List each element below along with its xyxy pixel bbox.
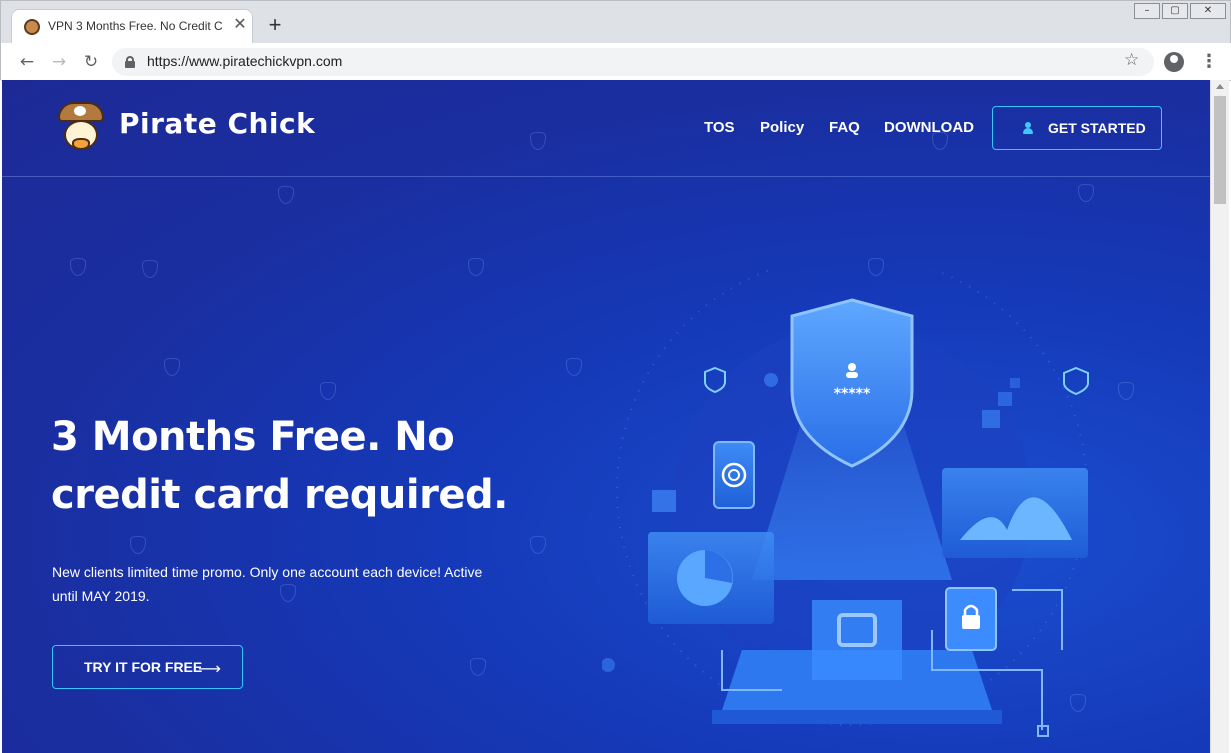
brand-name[interactable]: Pirate Chick — [119, 107, 315, 140]
browser-toolbar: ← → ↻ https://www.piratechickvpn.com ☆ ⋮ — [1, 43, 1231, 81]
bg-shield-icon — [164, 358, 180, 376]
floating-block — [652, 490, 676, 512]
shield-user-icon — [848, 363, 856, 371]
site-header: Pirate Chick TOS Policy FAQ DOWNLOAD GET… — [2, 80, 1210, 177]
maximize-button[interactable]: ▢ — [1162, 3, 1188, 19]
bg-shield-icon — [70, 258, 86, 276]
get-started-button[interactable]: GET STARTED — [992, 106, 1162, 150]
floating-dot — [602, 658, 615, 672]
back-icon[interactable]: ← — [16, 51, 38, 73]
floating-block — [982, 410, 1000, 428]
scroll-up-arrow-icon[interactable] — [1216, 84, 1224, 89]
browser-window-frame: VPN 3 Months Free. No Credit C ✕ + – ▢ ✕… — [0, 0, 1231, 81]
floating-dot — [764, 373, 778, 387]
floating-block — [998, 392, 1012, 406]
bg-shield-icon — [468, 258, 484, 276]
bg-shield-icon — [320, 382, 336, 400]
mini-shield-icon — [1063, 366, 1089, 396]
pirate-chick-logo-icon[interactable] — [52, 102, 110, 158]
try-it-for-free-label: TRY IT FOR FREE — [84, 659, 203, 675]
favicon-icon — [24, 19, 40, 35]
bg-shield-icon — [142, 260, 158, 278]
window-close-button[interactable]: ✕ — [1190, 3, 1226, 19]
url-text[interactable]: https://www.piratechickvpn.com — [147, 53, 342, 69]
browser-tab[interactable]: VPN 3 Months Free. No Credit C ✕ — [11, 9, 253, 43]
reload-icon[interactable]: ↻ — [80, 51, 102, 73]
vertical-scrollbar[interactable] — [1210, 80, 1229, 753]
vpn-security-illustration: ***** — [602, 270, 1089, 737]
base-platform-edge — [712, 710, 1002, 724]
tab-title: VPN 3 Months Free. No Credit C — [48, 19, 223, 33]
user-icon — [1023, 122, 1033, 134]
floating-block — [1010, 378, 1020, 388]
menu-kebab-icon[interactable]: ⋮ — [1200, 51, 1218, 73]
hero-title: 3 Months Free. No credit card required. — [51, 408, 531, 524]
lock-icon[interactable] — [125, 56, 135, 68]
arrow-right-icon: ⟶ — [198, 659, 221, 678]
profile-icon[interactable] — [1164, 52, 1184, 72]
new-tab-button[interactable]: + — [263, 13, 287, 37]
page-viewport: Pirate Chick TOS Policy FAQ DOWNLOAD GET… — [2, 80, 1210, 753]
get-started-label: GET STARTED — [1048, 120, 1146, 136]
bg-shield-icon — [566, 358, 582, 376]
forward-icon[interactable]: → — [48, 51, 70, 73]
nav-link-policy[interactable]: Policy — [760, 119, 804, 136]
bg-shield-icon — [130, 536, 146, 554]
hero-subtitle: New clients limited time promo. Only one… — [52, 564, 483, 604]
try-it-for-free-button[interactable]: TRY IT FOR FREE ⟶ — [52, 645, 243, 689]
device-box — [812, 600, 902, 680]
bg-shield-icon — [1078, 184, 1094, 202]
bg-shield-icon — [530, 536, 546, 554]
close-tab-icon[interactable]: ✕ — [231, 16, 249, 34]
bg-shield-icon — [470, 658, 486, 676]
circuit-line — [1012, 589, 1063, 650]
nav-link-tos[interactable]: TOS — [704, 119, 735, 136]
address-bar[interactable]: https://www.piratechickvpn.com ☆ — [112, 48, 1154, 76]
nav-link-faq[interactable]: FAQ — [829, 119, 860, 136]
scroll-thumb[interactable] — [1214, 96, 1226, 204]
hero-title-line-2: credit card required. — [51, 472, 508, 518]
hero-title-line-1: 3 Months Free. No — [51, 414, 455, 460]
bg-shield-icon — [278, 186, 294, 204]
password-mask: ***** — [834, 386, 871, 402]
tab-strip: VPN 3 Months Free. No Credit C ✕ + – ▢ ✕ — [1, 1, 1231, 43]
phone-device — [713, 441, 755, 509]
padlock-icon — [962, 615, 980, 629]
minimize-button[interactable]: – — [1134, 3, 1160, 19]
bookmark-star-icon[interactable]: ☆ — [1124, 50, 1139, 70]
nav-link-download[interactable]: DOWNLOAD — [884, 119, 974, 136]
